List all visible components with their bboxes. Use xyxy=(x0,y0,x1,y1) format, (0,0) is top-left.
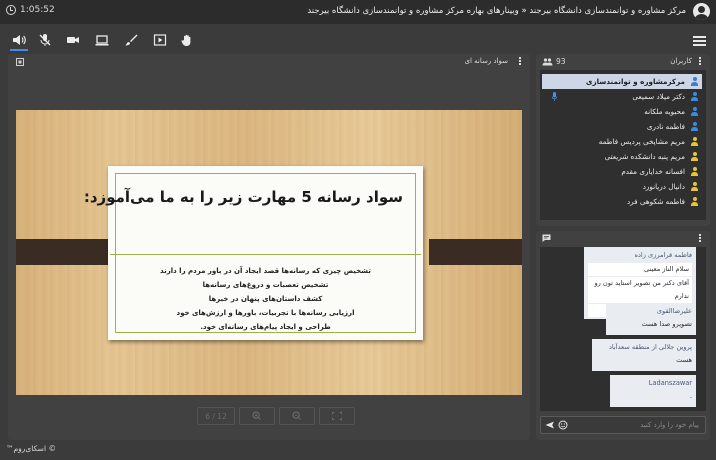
user-list-item[interactable]: دکتر میلاد سمیعی xyxy=(542,89,702,104)
user-list-item[interactable]: فاطمه شکوهی فرد xyxy=(542,194,702,209)
zoom-in-icon[interactable] xyxy=(239,407,275,425)
chat-input[interactable]: پیام خود را وارد کنید xyxy=(540,416,706,434)
mic-muted-icon[interactable] xyxy=(38,33,52,47)
slide-card: سواد رسانه 5 مهارت زیر را به ما می‌آموزد… xyxy=(83,166,423,340)
fit-screen-icon[interactable] xyxy=(319,407,355,425)
title-bar: 1:05:52 مرکز مشاوره و توانمندسازی دانشگا… xyxy=(0,0,716,24)
users-panel: 93 کاربران مرکزمشاوره و توانمندسازی دکتر … xyxy=(536,54,710,226)
slide-bullet: تشخیص تعصبات و دروغ‌های رسانه‌ها xyxy=(202,281,329,289)
toolbar xyxy=(0,28,716,52)
chat-more-icon[interactable] xyxy=(699,234,701,242)
slide-heading: سواد رسانه 5 مهارت زیر را به ما می‌آموزد… xyxy=(83,188,403,206)
chat-input-placeholder: پیام خود را وارد کنید xyxy=(640,421,699,429)
user-name: مریم پنبه دانشکده شریعتی xyxy=(604,152,685,161)
chat-message-sender: Ladanszawar xyxy=(648,379,692,387)
timer-text: 1:05:52 xyxy=(20,5,55,15)
user-list-item[interactable]: محبوبه ملکانه xyxy=(542,104,702,119)
slide-bullet-list: تشخیص چیزی که رسانه‌ها قصد ایجاد آن در ب… xyxy=(108,264,423,334)
brush-icon[interactable] xyxy=(124,33,138,47)
raise-hand-icon[interactable] xyxy=(180,33,194,47)
presentation-panel: سواد رسانه ای سواد رسانه 5 مهارت زیر را … xyxy=(8,54,530,440)
user-name: دکتر میلاد سمیعی xyxy=(632,92,685,101)
slide-decor-bar-left xyxy=(16,239,110,265)
user-list-item[interactable]: مرکزمشاوره و توانمندسازی xyxy=(542,74,702,89)
users-more-icon[interactable] xyxy=(699,57,701,65)
user-icon xyxy=(690,77,699,86)
app-root: 1:05:52 مرکز مشاوره و توانمندسازی دانشگا… xyxy=(0,0,716,460)
user-list-item[interactable]: فاطمه نادری xyxy=(542,119,702,134)
user-name: افسانه خدایاری مقدم xyxy=(621,167,685,176)
user-count-text: 93 xyxy=(556,57,566,66)
user-icon xyxy=(690,92,699,101)
chat-message-text: . xyxy=(689,392,692,400)
hamburger-menu-icon[interactable] xyxy=(693,36,706,46)
user-icon xyxy=(690,167,699,176)
chat-message: پروین جلالی از منطقه سعدآباد هست xyxy=(592,339,696,371)
chat-message-text: هست xyxy=(676,356,692,364)
chat-bubble-icon xyxy=(542,234,551,242)
user-name: محبوبه ملکانه xyxy=(644,107,685,116)
clock-icon xyxy=(6,5,16,15)
slide-controls: 6 / 12 xyxy=(197,407,355,425)
chat-message: Ladanszawar. xyxy=(610,375,696,407)
user-list-item[interactable]: افسانه خدایاری مقدم xyxy=(542,164,702,179)
zoom-out-icon[interactable] xyxy=(279,407,315,425)
user-name: فاطمه شکوهی فرد xyxy=(626,197,685,206)
footer-brand: ™اسکای‌روم © xyxy=(6,444,56,453)
chat-messages: فاطمه قرامرزی زاده سلام الناز معینی آقای د… xyxy=(542,247,704,415)
session-timer: 1:05:52 xyxy=(6,5,55,15)
user-name: مریم مشایخی پردیس فاطمه xyxy=(598,137,685,146)
screen-share-icon[interactable] xyxy=(95,33,109,47)
slide-decor-bar-right xyxy=(429,239,522,265)
send-icon[interactable] xyxy=(545,420,555,430)
user-icon xyxy=(690,107,699,116)
user-list: مرکزمشاوره و توانمندسازی دکتر میلاد سمیعی… xyxy=(542,74,702,209)
slide-bullet: تشخیص چیزی که رسانه‌ها قصد ایجاد آن در ب… xyxy=(160,267,371,275)
slide-bullet: طراحی و ایجاد پیام‌های رسانه‌ای خود. xyxy=(200,323,331,331)
user-icon xyxy=(690,152,699,161)
slide-bullet: کشف داستان‌های پنهان در خبرها xyxy=(208,295,323,303)
camera-icon[interactable] xyxy=(66,33,80,47)
chat-message-sender: پروین جلالی از منطقه سعدآباد xyxy=(608,343,692,351)
chat-message-sender: فاطمه قرامرزی زاده xyxy=(634,251,693,259)
play-media-icon[interactable] xyxy=(153,33,167,47)
user-icon xyxy=(690,197,699,206)
user-name: فاطمه نادری xyxy=(646,122,685,131)
chat-message-text: سلام الناز معینی xyxy=(588,263,692,276)
room-title: مرکز مشاوره و توانمندسازی دانشگاه بیرجند… xyxy=(307,6,686,16)
slide-pager[interactable]: 6 / 12 xyxy=(197,407,235,425)
user-icon xyxy=(690,137,699,146)
user-name: دانیال دریانورد xyxy=(642,182,685,191)
slide-divider xyxy=(110,254,421,255)
user-name: مرکزمشاوره و توانمندسازی xyxy=(585,77,685,86)
chat-message-text: آقای دکتر من تصویر استاید تون رو ندارم xyxy=(588,277,692,303)
chat-message-sender: علیرضاالقوی xyxy=(656,307,692,315)
fullscreen-toggle-icon[interactable] xyxy=(16,58,24,66)
user-list-item[interactable]: مریم پنبه دانشکده شریعتی xyxy=(542,149,702,164)
user-icon xyxy=(690,122,699,131)
chat-message: علیرضاالقوی تصویرو صدا هست xyxy=(606,303,696,335)
user-list-item[interactable]: مریم مشایخی پردیس فاطمه xyxy=(542,134,702,149)
presentation-title: سواد رسانه ای xyxy=(464,57,509,65)
chat-message-text: تصویرو صدا هست xyxy=(641,320,692,328)
user-list-item[interactable]: دانیال دریانورد xyxy=(542,179,702,194)
slide-canvas: سواد رسانه 5 مهارت زیر را به ما می‌آموزد… xyxy=(16,110,522,395)
users-group-icon xyxy=(542,57,553,65)
presentation-more-icon[interactable] xyxy=(519,57,521,65)
speaker-active-indicator xyxy=(10,49,28,51)
speaker-icon[interactable] xyxy=(12,33,26,47)
user-count: 93 xyxy=(542,57,566,66)
slide-bullet: ارزیابی رسانه‌ها با تجربیات، باورها و ار… xyxy=(176,309,355,317)
users-title: کاربران xyxy=(670,57,692,65)
user-icon xyxy=(690,182,699,191)
emoji-icon[interactable] xyxy=(558,420,568,430)
profile-avatar-icon[interactable] xyxy=(693,3,710,20)
speaking-mic-icon xyxy=(552,92,557,101)
chat-panel: فاطمه قرامرزی زاده سلام الناز معینی آقای د… xyxy=(536,231,710,440)
